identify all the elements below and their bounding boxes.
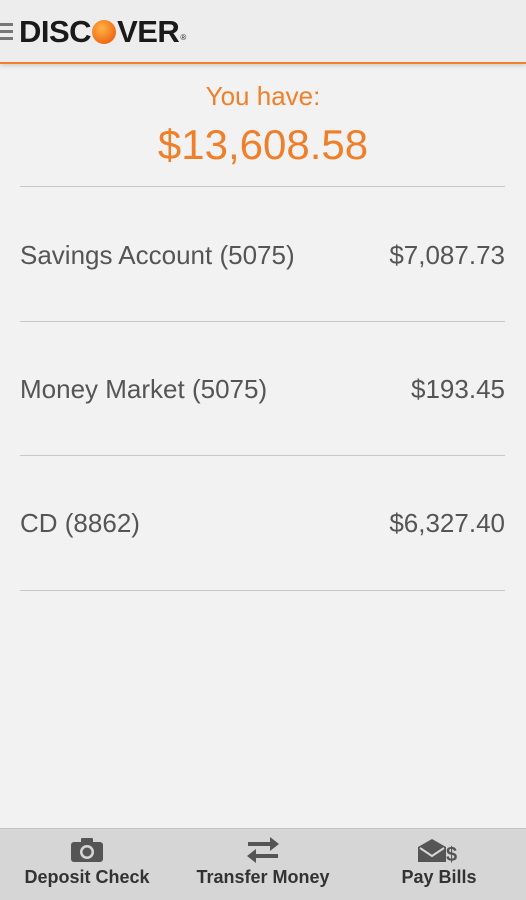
- envelope-dollar-icon: $: [417, 829, 461, 863]
- transfer-money-label: Transfer Money: [196, 867, 330, 887]
- account-balance: $193.45: [411, 373, 505, 404]
- account-balance: $6,327.40: [389, 507, 505, 538]
- account-name: Money Market (5075): [20, 373, 268, 404]
- transfer-arrows-icon: [246, 829, 280, 863]
- account-row-money-market[interactable]: Money Market (5075) $193.45: [20, 359, 505, 419]
- camera-icon: [70, 829, 104, 863]
- deposit-check-button[interactable]: Deposit Check: [24, 829, 150, 900]
- total-balance: $13,608.58: [157, 121, 369, 168]
- divider: [20, 455, 505, 456]
- account-name: CD (8862): [20, 507, 140, 538]
- menu-icon[interactable]: [0, 23, 13, 41]
- divider: [20, 186, 505, 187]
- account-name: Savings Account (5075): [20, 239, 295, 270]
- logo-orb-icon: [92, 20, 117, 44]
- svg-text:$: $: [446, 844, 457, 863]
- pay-bills-button[interactable]: $ Pay Bills: [398, 829, 480, 900]
- account-row-savings[interactable]: Savings Account (5075) $7,087.73: [20, 225, 505, 285]
- account-balance: $7,087.73: [389, 239, 505, 270]
- app-root: DISC VER ® You have: $13,608.58 Savings Ac…: [0, 0, 526, 900]
- divider: [20, 590, 505, 591]
- transfer-money-button[interactable]: Transfer Money: [193, 829, 333, 900]
- account-row-cd[interactable]: CD (8862) $6,327.40: [20, 493, 505, 553]
- balance-summary: You have: $13,608.58: [0, 78, 526, 174]
- divider: [20, 321, 505, 322]
- bottom-action-bar: Deposit Check Transfer Money $ Pay Bills: [0, 828, 526, 900]
- discover-logo: DISC VER ®: [19, 14, 186, 49]
- pay-bills-label: Pay Bills: [401, 867, 477, 887]
- app-header: DISC VER ®: [0, 0, 526, 64]
- deposit-check-label: Deposit Check: [24, 867, 150, 887]
- summary-label: You have:: [205, 81, 321, 111]
